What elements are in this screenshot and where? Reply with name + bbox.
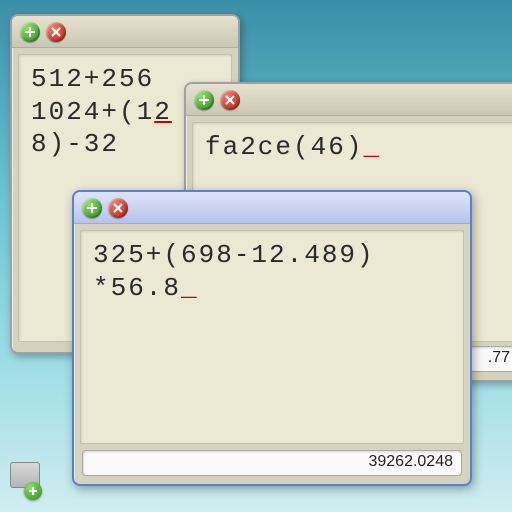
titlebar[interactable]	[12, 16, 238, 48]
add-icon[interactable]	[20, 22, 40, 42]
plus-icon	[24, 482, 42, 500]
result-value: .77	[488, 349, 510, 366]
caret: _	[363, 132, 381, 162]
expression-area[interactable]: 325+(698-12.489) *56.8_	[80, 230, 464, 444]
expr-text: 1024+(1	[31, 97, 154, 127]
caret: _	[181, 273, 199, 303]
result-field: .77	[469, 346, 512, 372]
expr-text: fa2ce(46)	[205, 132, 363, 162]
expr-text: 8)-32	[31, 129, 119, 159]
close-icon[interactable]	[108, 198, 128, 218]
add-icon[interactable]	[82, 198, 102, 218]
expr-text: 325+(698-12.489)	[93, 240, 375, 270]
new-window-dock-icon[interactable]	[10, 462, 54, 502]
close-icon[interactable]	[220, 90, 240, 110]
add-icon[interactable]	[194, 90, 214, 110]
result-field: 39262.0248	[82, 450, 462, 476]
expr-text-underlined: 2	[154, 97, 172, 127]
expr-text: *56.8	[93, 273, 181, 303]
calc-window-front[interactable]: 325+(698-12.489) *56.8_ 39262.0248	[72, 190, 472, 486]
titlebar[interactable]	[186, 84, 512, 116]
expr-text: 512+256	[31, 64, 154, 94]
close-icon[interactable]	[46, 22, 66, 42]
titlebar[interactable]	[74, 192, 470, 224]
result-value: 39262.0248	[368, 453, 453, 470]
